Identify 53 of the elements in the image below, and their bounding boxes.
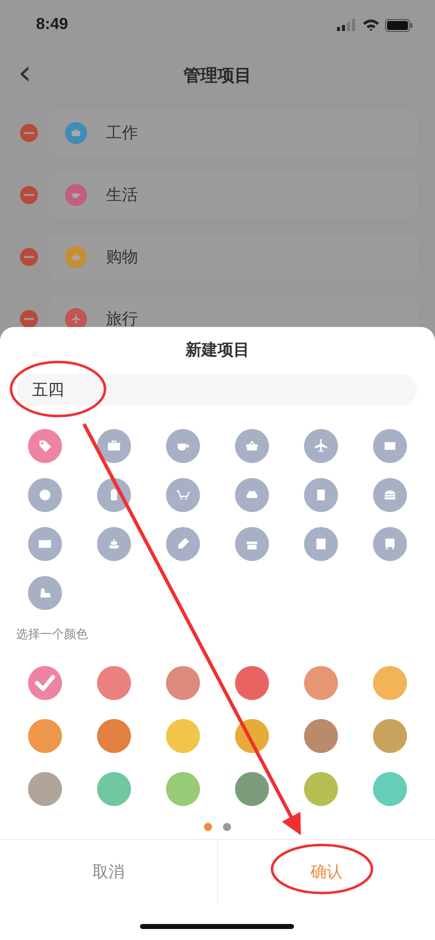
category-name: 工作 [106,122,138,144]
color-swatch[interactable] [166,719,200,753]
category-icon[interactable] [372,478,406,512]
category-icon[interactable] [234,527,268,561]
color-swatch[interactable] [304,666,338,700]
name-field[interactable]: 五四 [17,374,417,406]
color-swatch[interactable] [166,772,200,806]
color-swatch[interactable] [96,666,130,700]
color-swatch[interactable] [372,772,406,806]
category-icon[interactable] [166,527,200,561]
color-swatch[interactable] [166,666,200,700]
category-icon[interactable] [166,429,200,463]
back-button[interactable]: ‹ [14,56,36,90]
color-swatch[interactable] [372,719,406,753]
status-time: 8:49 [36,16,68,34]
color-swatch[interactable] [28,719,62,753]
category-icon[interactable] [96,478,130,512]
category-icon[interactable] [96,527,130,561]
category-icon[interactable] [96,429,130,463]
color-swatch[interactable] [234,719,268,753]
category-name: 生活 [106,184,138,206]
signal-icon [337,19,357,31]
color-swatch[interactable] [96,772,130,806]
category-name: 购物 [106,246,138,268]
category-icon[interactable] [372,429,406,463]
delete-icon[interactable] [20,310,38,328]
page-title: 管理项目 [184,64,252,86]
category-icon[interactable] [28,527,62,561]
color-swatch[interactable] [304,772,338,806]
category-icon[interactable] [234,429,268,463]
category-icon[interactable] [304,429,338,463]
category-icon[interactable] [28,576,62,610]
page-dot[interactable] [223,823,231,831]
color-swatch[interactable] [28,772,62,806]
category-icon[interactable] [28,478,62,512]
color-swatch[interactable] [234,666,268,700]
category-icon[interactable] [304,527,338,561]
color-swatch[interactable] [28,666,62,700]
page-dot[interactable] [204,823,212,831]
battery-icon [385,18,413,32]
color-swatch[interactable] [234,772,268,806]
color-swatch[interactable] [372,666,406,700]
color-swatch[interactable] [304,719,338,753]
color-label: 选择一个颜色 [15,626,89,643]
category-icon[interactable] [28,429,62,463]
category-icon[interactable] [372,527,406,561]
color-swatch[interactable] [96,719,130,753]
category-name: 旅行 [106,308,138,330]
category-icon[interactable] [166,478,200,512]
category-icon[interactable] [304,478,338,512]
wifi-icon [363,19,379,31]
category-icon[interactable] [234,478,268,512]
sheet-title: 新建项目 [184,339,250,361]
